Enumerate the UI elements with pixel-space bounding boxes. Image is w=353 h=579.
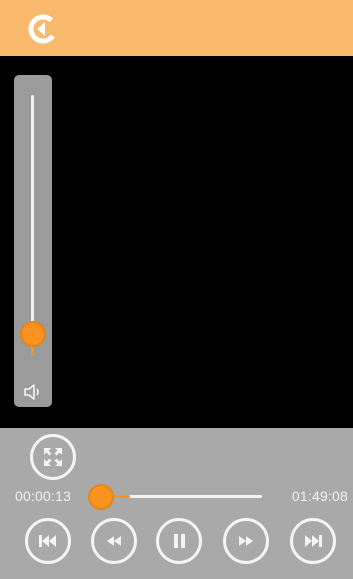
fast-forward-icon bbox=[239, 536, 253, 546]
volume-track[interactable] bbox=[31, 95, 34, 355]
skip-previous-icon bbox=[39, 535, 56, 547]
video-surface[interactable] bbox=[0, 56, 353, 428]
seek-thumb[interactable] bbox=[87, 484, 114, 510]
pause-icon bbox=[174, 534, 185, 548]
pause-button[interactable] bbox=[156, 518, 202, 564]
back-button[interactable] bbox=[28, 14, 58, 44]
rewind-icon bbox=[107, 536, 121, 546]
video-player-screen: 00:00:13 01:49:08 bbox=[0, 0, 353, 579]
skip-next-icon bbox=[305, 535, 322, 547]
back-arrow-icon bbox=[28, 14, 58, 44]
rewind-button[interactable] bbox=[91, 518, 137, 564]
total-time: 01:49:08 bbox=[291, 488, 348, 504]
volume-slider-thumb[interactable] bbox=[20, 321, 46, 348]
current-time: 00:00:13 bbox=[15, 488, 72, 504]
fast-forward-button[interactable] bbox=[223, 518, 269, 564]
fullscreen-icon bbox=[44, 448, 62, 466]
volume-panel bbox=[14, 75, 52, 407]
previous-button[interactable] bbox=[25, 518, 71, 564]
playback-controls: 00:00:13 01:49:08 bbox=[0, 428, 353, 579]
fullscreen-button[interactable] bbox=[30, 434, 76, 480]
volume-toggle[interactable] bbox=[23, 383, 43, 401]
top-bar bbox=[0, 0, 353, 56]
next-button[interactable] bbox=[290, 518, 336, 564]
speaker-icon bbox=[24, 384, 39, 400]
